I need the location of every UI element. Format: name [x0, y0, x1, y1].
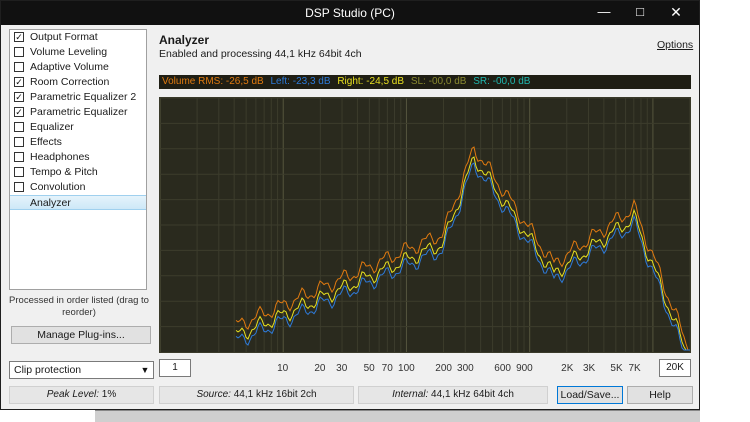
plugin-item[interactable]: Volume Leveling: [10, 45, 146, 60]
frequency-axis: 1 20K 10 20 30 50 70 100 200 300 600 900 2K 3K 5K 7K: [159, 359, 691, 377]
plugin-checkbox[interactable]: ✓: [14, 92, 24, 102]
page-subtitle: Enabled and processing 44,1 kHz 64bit 4c…: [159, 48, 362, 60]
plugin-item[interactable]: Effects: [10, 135, 146, 150]
peak-level-status: Peak Level: 1%: [9, 386, 154, 404]
frequency-tick-label: 20: [314, 363, 326, 374]
plugin-checkbox[interactable]: ✓: [14, 107, 24, 117]
source-label: Source:: [196, 389, 231, 400]
right-channel-curve: [235, 156, 690, 351]
clip-protection-select[interactable]: Clip protection ▼: [9, 361, 154, 379]
internal-status: Internal: 44,1 kHz 64bit 4ch: [358, 386, 548, 404]
frequency-tick-label: 30: [336, 363, 348, 374]
background-strip: [95, 410, 700, 422]
spectrum-analyzer-graph: [159, 97, 691, 353]
frequency-tick-label: 200: [435, 363, 452, 374]
load-save-button[interactable]: Load/Save...: [557, 386, 623, 404]
page-title: Analyzer: [159, 33, 210, 47]
plugin-checkbox[interactable]: [14, 47, 24, 57]
plugin-label: Tempo & Pitch: [30, 166, 98, 178]
plugin-label: Adaptive Volume: [30, 61, 109, 73]
plugin-label: Parametric Equalizer: [30, 106, 128, 118]
plugin-checkbox[interactable]: [14, 152, 24, 162]
plugin-item[interactable]: Adaptive Volume: [10, 60, 146, 75]
plugin-item[interactable]: ✓ Parametric Equalizer 2: [10, 90, 146, 105]
peak-level-label: Peak Level:: [46, 389, 100, 400]
frequency-tick-label: 2K: [561, 363, 574, 374]
plugin-label: Volume Leveling: [30, 46, 108, 58]
frequency-tick-label: 7K: [628, 363, 641, 374]
plugin-label: Effects: [30, 136, 62, 148]
plugin-checkbox[interactable]: [14, 167, 24, 177]
frequency-tick-label: 100: [398, 363, 415, 374]
plugin-item[interactable]: ✓ Room Correction: [10, 75, 146, 90]
frequency-tick-label: 900: [516, 363, 533, 374]
min-frequency-field[interactable]: 1: [159, 359, 191, 377]
plugin-label: Parametric Equalizer 2: [30, 91, 137, 103]
plugin-label: Equalizer: [30, 121, 74, 133]
plugin-label: Output Format: [30, 31, 98, 43]
close-icon[interactable]: ✕: [658, 1, 694, 25]
plugin-item[interactable]: Analyzer: [10, 195, 146, 210]
plugin-checkbox[interactable]: [14, 182, 24, 192]
levels-readout: Volume RMS: -26,5 dB Left: -23,3 dB Righ…: [159, 75, 691, 89]
frequency-tick-label: 3K: [582, 363, 596, 374]
help-button[interactable]: Help: [627, 386, 693, 404]
frequency-tick-label: 300: [457, 363, 474, 374]
dsp-studio-window: DSP Studio (PC) — □ ✕ ✓ Output Format Volu…: [0, 0, 700, 410]
plugin-label: Room Correction: [30, 76, 110, 88]
plugin-item[interactable]: Convolution: [10, 180, 146, 195]
plugin-checkbox[interactable]: [14, 122, 24, 132]
internal-label: Internal:: [392, 389, 429, 400]
plugin-checkbox[interactable]: ✓: [14, 77, 24, 87]
source-status: Source: 44,1 kHz 16bit 2ch: [159, 386, 354, 404]
clip-protection-value: Clip protection: [14, 364, 82, 376]
title-bar[interactable]: DSP Studio (PC) — □ ✕: [1, 1, 699, 25]
internal-value: 44,1 kHz 64bit 4ch: [431, 389, 514, 400]
maximize-icon[interactable]: □: [622, 1, 658, 25]
chevron-down-icon[interactable]: ▼: [137, 362, 153, 378]
sr-level-readout: SR: -00,0 dB: [473, 76, 531, 87]
plugin-item[interactable]: ✓ Parametric Equalizer: [10, 105, 146, 120]
frequency-tick-label: 70: [381, 363, 393, 374]
volume-rms-readout: Volume RMS: -26,5 dB: [162, 76, 264, 87]
peak-level-value: 1%: [101, 389, 117, 400]
minimize-icon[interactable]: —: [586, 1, 622, 25]
frequency-tick-label: 10: [277, 363, 289, 374]
plugin-item[interactable]: Tempo & Pitch: [10, 165, 146, 180]
plugin-checkbox[interactable]: [14, 137, 24, 147]
frequency-tick-label: 50: [363, 363, 375, 374]
plugin-item[interactable]: Headphones: [10, 150, 146, 165]
frequency-tick-label: 5K: [610, 363, 623, 374]
plugin-label: Convolution: [30, 181, 86, 193]
source-value: 44,1 kHz 16bit 2ch: [233, 389, 317, 400]
max-frequency-field[interactable]: 20K: [659, 359, 691, 377]
plugin-label: Headphones: [30, 151, 90, 163]
options-link[interactable]: Options: [657, 39, 693, 51]
manage-plugins-button[interactable]: Manage Plug-ins...: [11, 326, 151, 344]
left-level-readout: Left: -23,3 dB: [270, 76, 331, 87]
spectrum-plot: [159, 97, 691, 352]
right-level-readout: Right: -24,5 dB: [337, 76, 405, 87]
plugin-checkbox[interactable]: ✓: [14, 32, 24, 42]
plugin-list[interactable]: ✓ Output Format Volume Leveling Adaptive Vo…: [9, 29, 147, 290]
plugin-checkbox[interactable]: [14, 62, 24, 72]
processed-note: Processed in order listed (drag to reord…: [9, 295, 149, 318]
plugin-label: Analyzer: [30, 197, 71, 209]
frequency-tick-label: 600: [494, 363, 511, 374]
sl-level-readout: SL: -00,0 dB: [410, 76, 467, 87]
plugin-item[interactable]: Equalizer: [10, 120, 146, 135]
volume-rms-curve: [235, 146, 690, 351]
plugin-item[interactable]: ✓ Output Format: [10, 30, 146, 45]
